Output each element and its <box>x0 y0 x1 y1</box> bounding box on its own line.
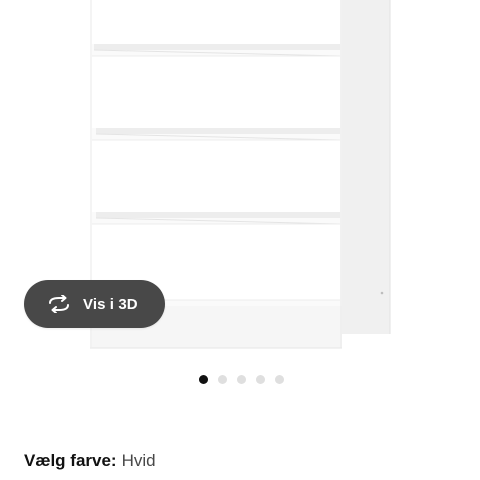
carousel-pagination <box>0 375 480 387</box>
color-selector-value: Hvid <box>121 451 156 470</box>
carousel-dot-1[interactable] <box>198 375 208 384</box>
view-3d-button[interactable]: Vis i 3D <box>24 280 165 328</box>
product-page: Vis i 3D Vælg farve: Hvid <box>0 0 480 480</box>
carousel-dot-2[interactable] <box>217 375 227 384</box>
carousel-dot-5[interactable] <box>274 375 284 384</box>
view-3d-label: Vis i 3D <box>83 295 138 313</box>
rotate-arrows-icon <box>45 294 73 314</box>
carousel-dot-4[interactable] <box>255 375 265 384</box>
color-selector[interactable]: Vælg farve: Hvid <box>24 451 156 471</box>
carousel-dot-3[interactable] <box>236 375 246 384</box>
color-selector-title: Vælg farve: <box>24 451 117 470</box>
